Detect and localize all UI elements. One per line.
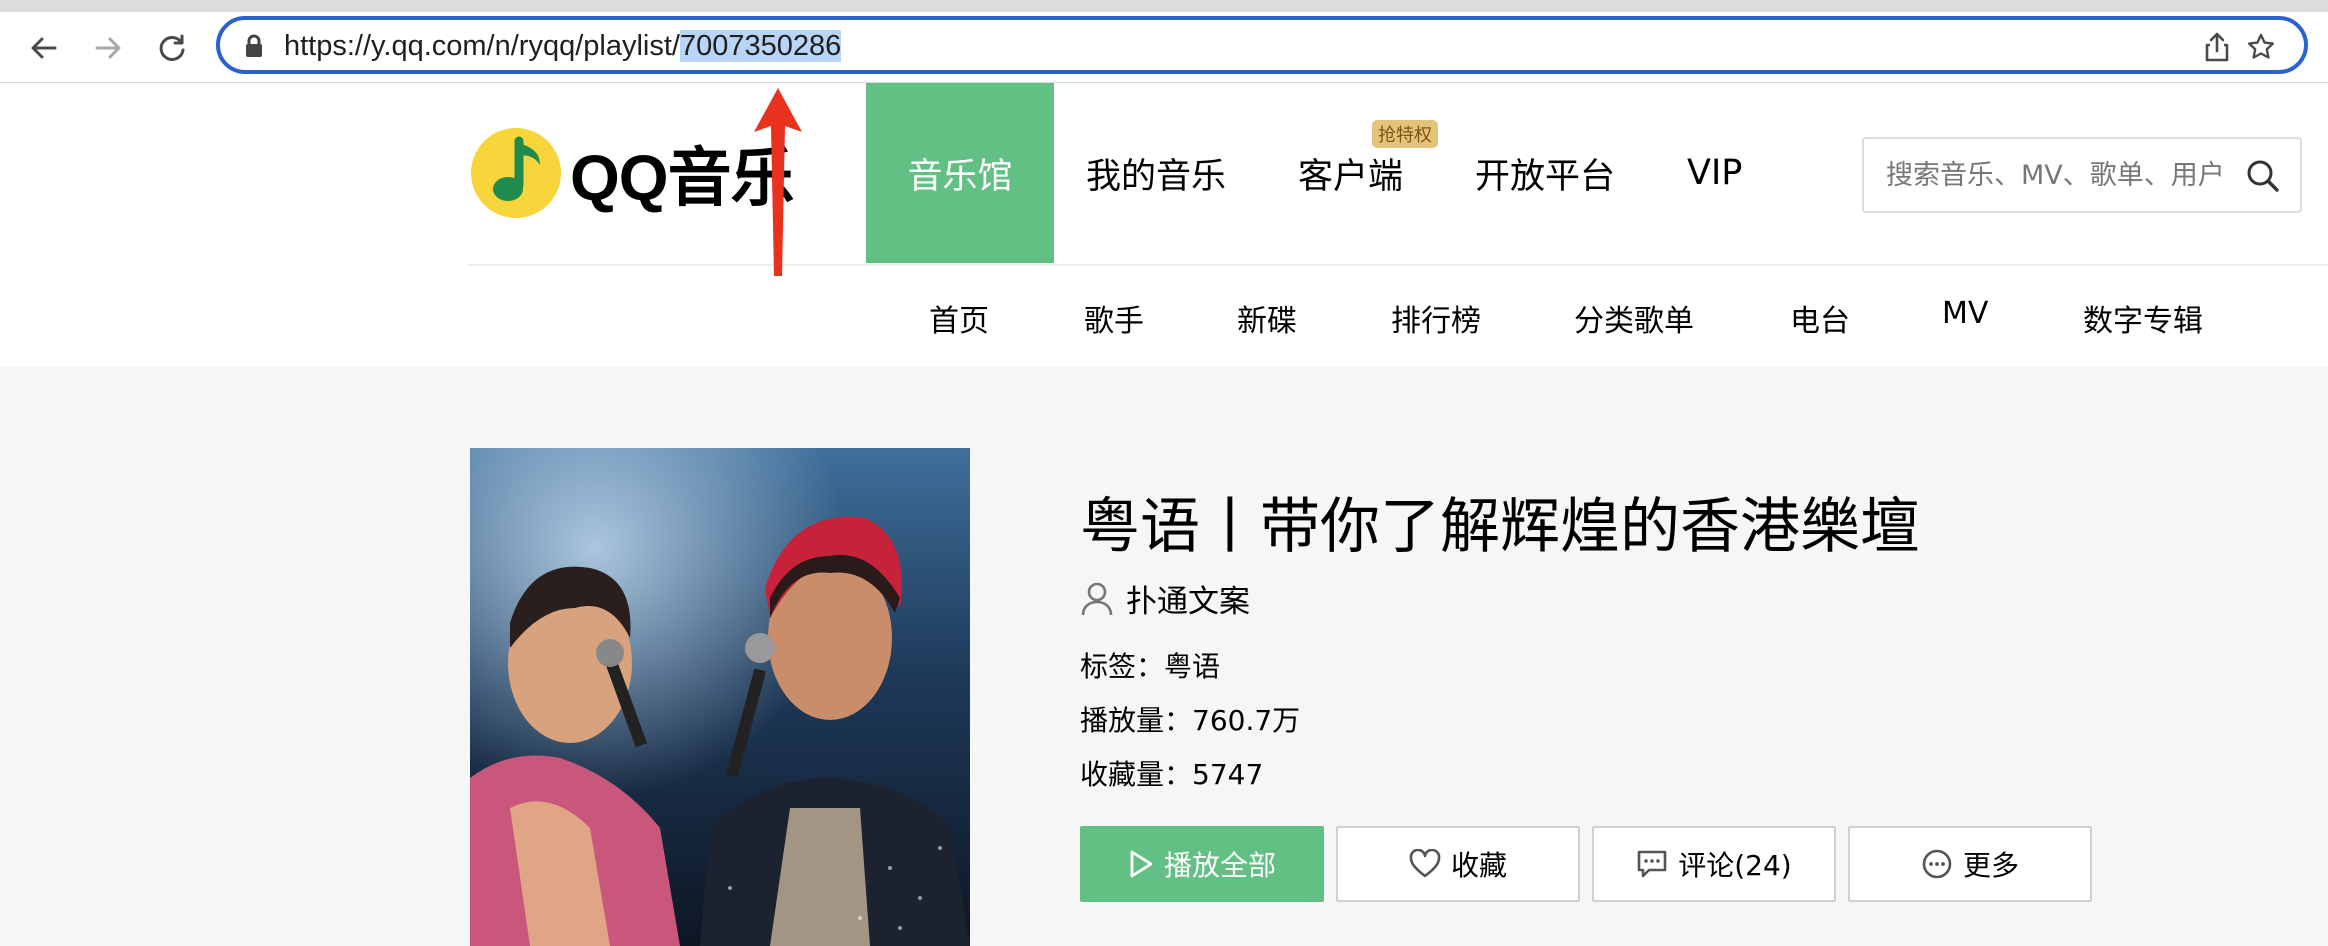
nav-vip[interactable]: VIP — [1687, 83, 1742, 263]
nav-client[interactable]: 客户端 抢特权 — [1298, 83, 1439, 263]
favs-value: 5747 — [1192, 758, 1264, 791]
subnav-mv[interactable]: MV — [1942, 296, 1988, 331]
subnav-home[interactable]: 首页 — [929, 296, 989, 340]
more-icon — [1922, 849, 1952, 879]
tag-label: 标签： — [1080, 650, 1165, 683]
user-icon — [1081, 582, 1113, 615]
arrow-right-icon — [95, 37, 121, 59]
play-icon — [1130, 850, 1153, 878]
bookmark-star-button[interactable] — [2246, 32, 2276, 62]
playlist-creator[interactable]: 扑通文案 — [1080, 576, 1250, 621]
comment-icon — [1637, 850, 1667, 878]
url-text[interactable]: https://y.qq.com/n/ryqq/playlist/7007350… — [284, 28, 842, 64]
arrow-left-icon — [31, 37, 57, 59]
plays-value: 760.7万 — [1192, 704, 1301, 737]
back-button[interactable] — [24, 28, 64, 68]
playlist-play-count: 播放量：760.7万 — [1080, 699, 1300, 739]
creator-name: 扑通文案 — [1126, 584, 1250, 620]
share-icon — [2205, 32, 2229, 62]
nav-label: VIP — [1687, 153, 1743, 193]
reload-icon — [159, 34, 185, 61]
play-all-label: 播放全部 — [1163, 849, 1276, 882]
subnav-new-albums[interactable]: 新碟 — [1237, 296, 1297, 340]
playlist-title: 粤语丨带你了解辉煌的香港樂壇 — [1080, 492, 1920, 562]
subnav-category-playlists[interactable]: 分类歌单 — [1574, 296, 1694, 340]
concert-photo — [470, 448, 970, 946]
subnav-radio[interactable]: 电台 — [1790, 296, 1850, 340]
privilege-badge: 抢特权 — [1372, 120, 1439, 148]
search-input[interactable] — [1886, 157, 2236, 193]
main-nav: 音乐馆 我的音乐 客户端 抢特权 开放平台 VIP — [866, 83, 1742, 263]
nav-open-platform[interactable]: 开放平台 — [1475, 83, 1615, 263]
search-box — [1862, 137, 2302, 213]
browser-tab-strip — [0, 0, 2328, 12]
lock-icon — [246, 34, 262, 57]
favs-label: 收藏量： — [1080, 758, 1193, 791]
subnav-digital-albums[interactable]: 数字专辑 — [2083, 296, 2203, 340]
nav-music-hall[interactable]: 音乐馆 — [866, 83, 1054, 263]
annotation-arrow — [754, 88, 802, 276]
heart-icon — [1409, 849, 1441, 878]
subnav-singers[interactable]: 歌手 — [1084, 296, 1144, 340]
sub-nav: 首页 歌手 新碟 排行榜 分类歌单 电台 MV 数字专辑 — [0, 266, 2328, 366]
comment-button[interactable]: 评论(24) — [1592, 826, 1836, 902]
more-label: 更多 — [1962, 849, 2019, 882]
search-icon[interactable] — [2246, 159, 2280, 193]
url-prefix: https://y.qq.com/n/ryqq/playlist/ — [284, 30, 680, 62]
playlist-cover-image — [470, 448, 970, 946]
subnav-charts[interactable]: 排行榜 — [1391, 296, 1481, 340]
nav-label: 客户端 — [1298, 156, 1404, 197]
nav-label: 音乐馆 — [907, 156, 1013, 197]
play-all-button[interactable]: 播放全部 — [1080, 826, 1324, 902]
reload-button[interactable] — [152, 28, 192, 68]
nav-label: 我的音乐 — [1086, 156, 1227, 197]
share-button[interactable] — [2202, 32, 2232, 62]
more-button[interactable]: 更多 — [1848, 826, 2092, 902]
comment-label: 评论(24) — [1678, 849, 1792, 882]
playlist-fav-count: 收藏量：5747 — [1080, 753, 1263, 793]
address-bar[interactable]: https://y.qq.com/n/ryqq/playlist/7007350… — [216, 16, 2308, 74]
playlist-tags: 标签：粤语 — [1080, 645, 1220, 685]
nav-my-music[interactable]: 我的音乐 — [1086, 83, 1226, 263]
url-selected-id: 7007350286 — [679, 30, 842, 62]
plays-label: 播放量： — [1080, 704, 1193, 737]
favorite-button[interactable]: 收藏 — [1336, 826, 1580, 902]
music-note-logo-icon — [471, 128, 561, 218]
favorite-label: 收藏 — [1450, 849, 1507, 882]
nav-label: 开放平台 — [1475, 156, 1616, 197]
site-header: QQ音乐 音乐馆 我的音乐 客户端 抢特权 开放平台 VIP 首页 歌手 新碟 … — [0, 83, 2328, 367]
star-icon — [2248, 33, 2274, 59]
forward-button[interactable] — [88, 28, 128, 68]
browser-toolbar: https://y.qq.com/n/ryqq/playlist/7007350… — [0, 12, 2328, 83]
tag-value-link[interactable]: 粤语 — [1164, 650, 1220, 683]
